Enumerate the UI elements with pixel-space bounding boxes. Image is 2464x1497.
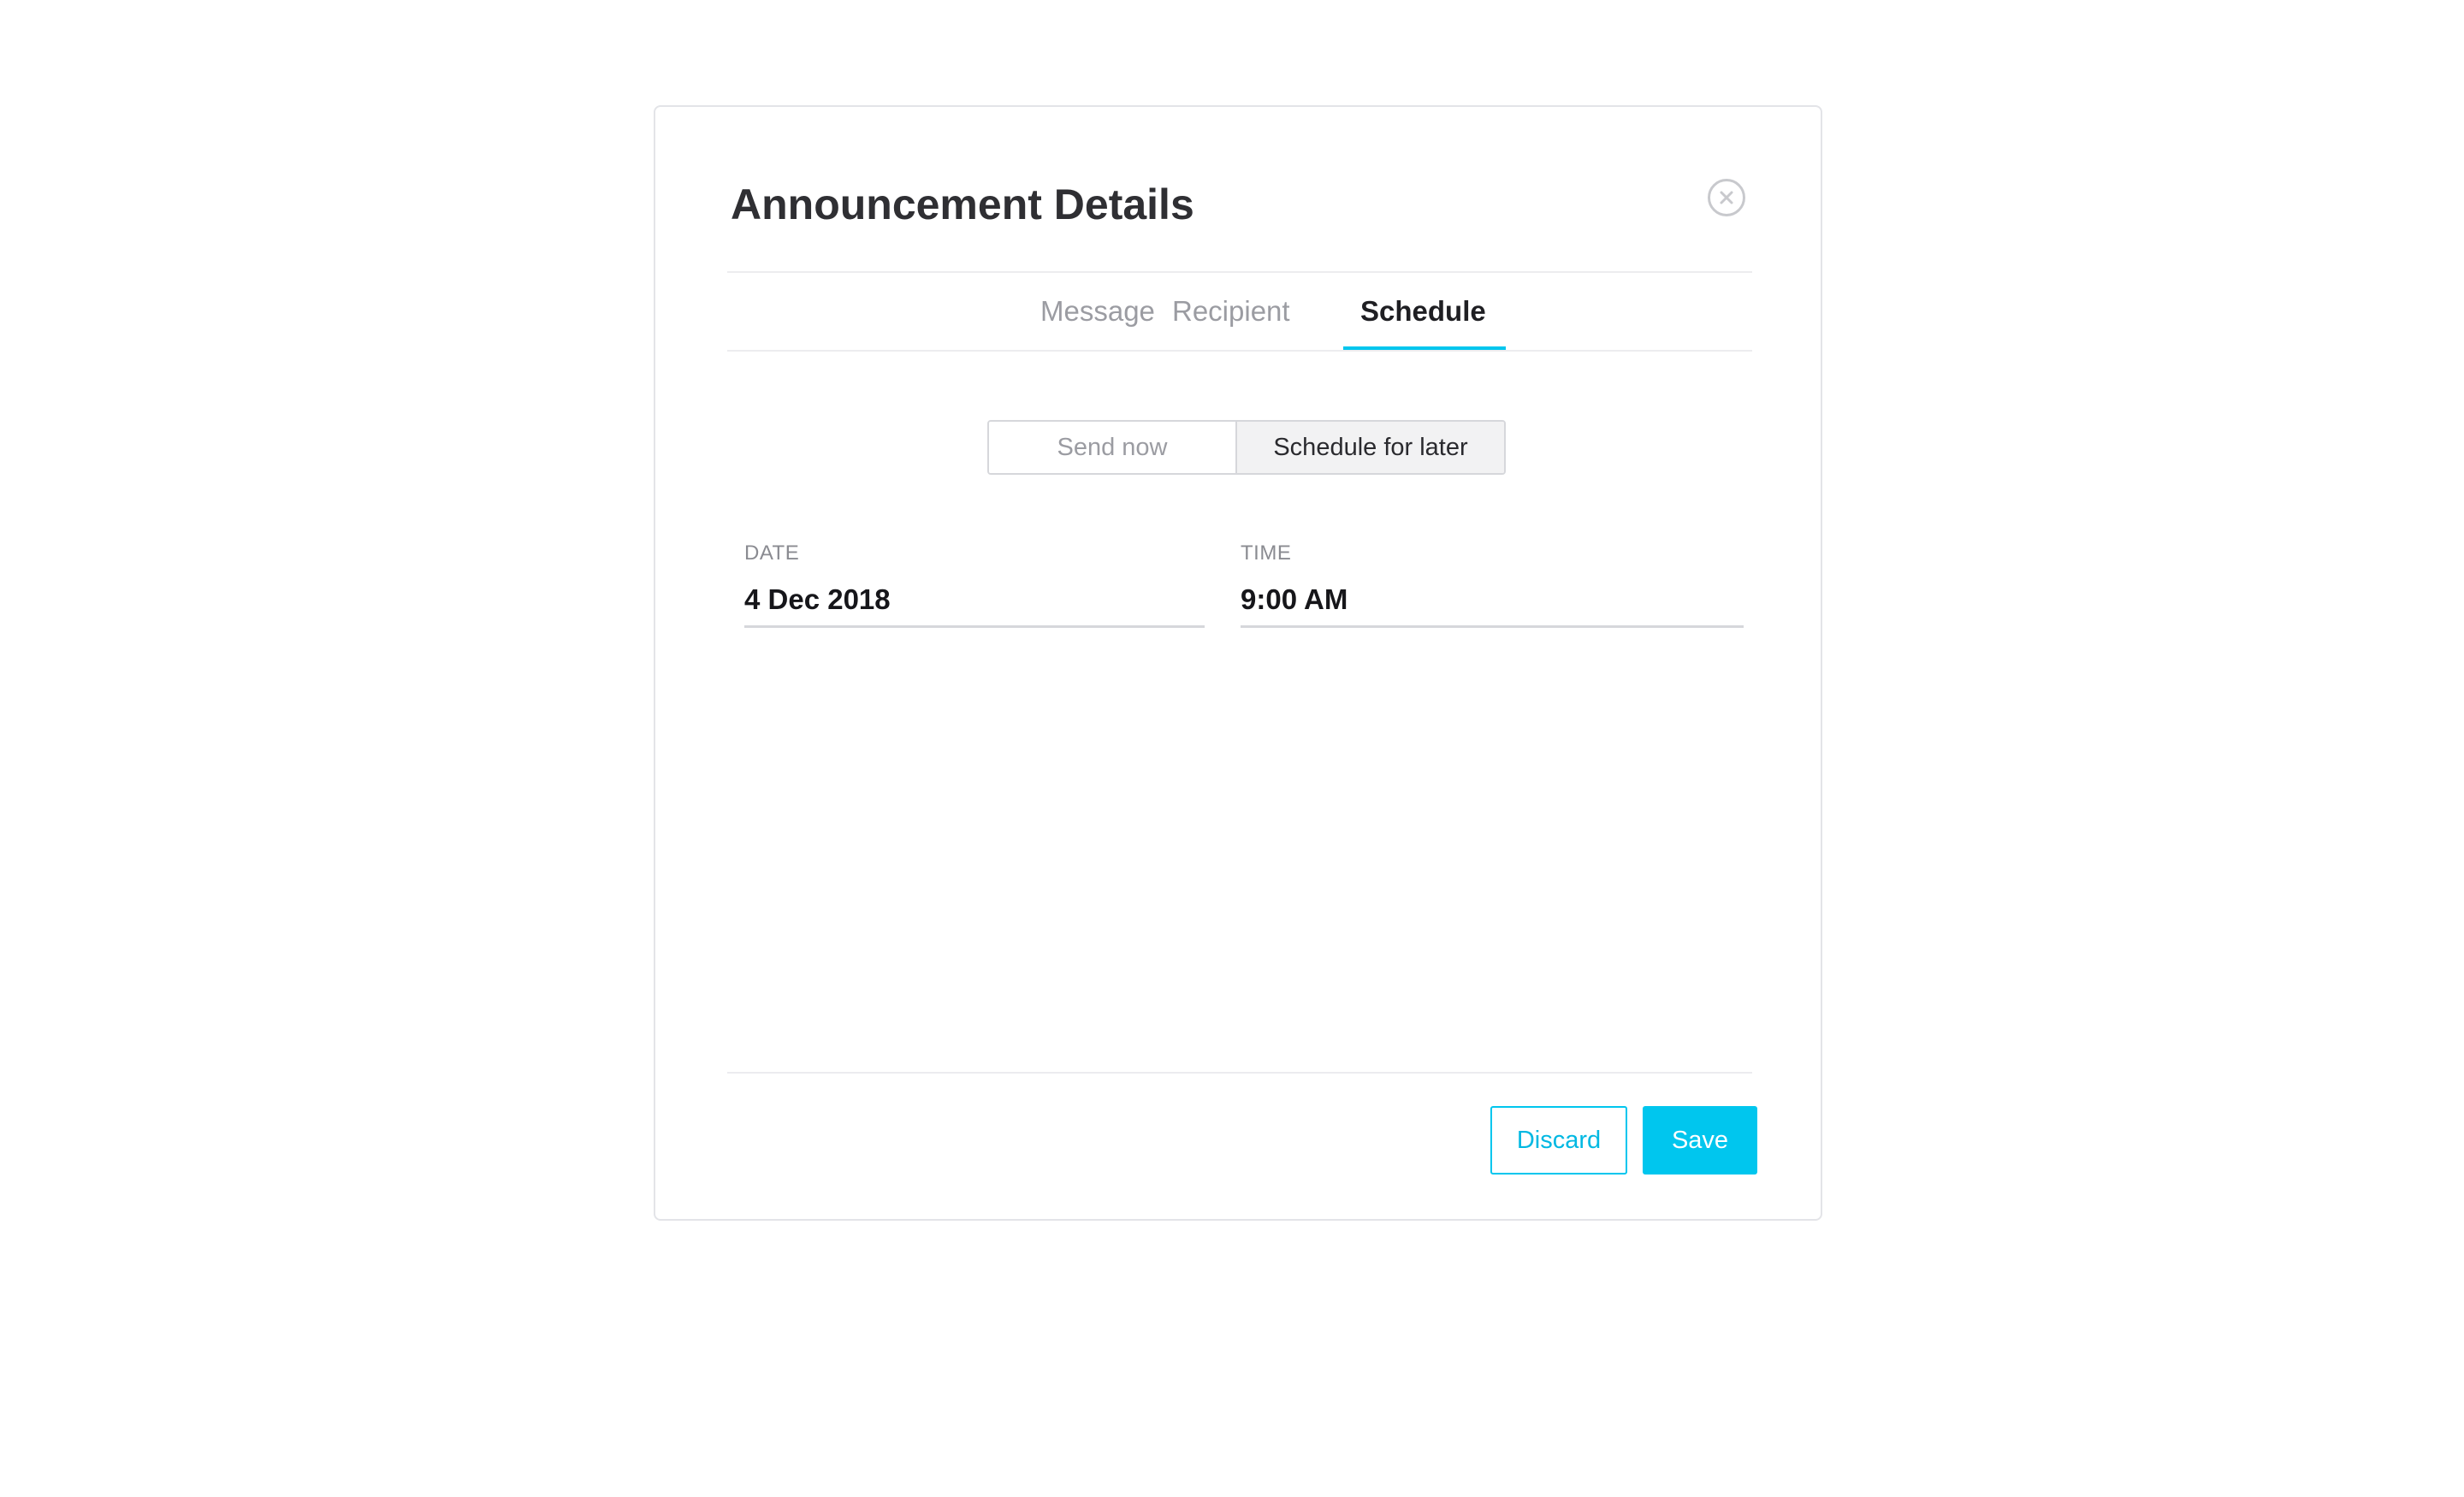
tab-message[interactable]: Message [1040, 273, 1155, 350]
tab-schedule[interactable]: Schedule [1360, 273, 1486, 350]
tabs-divider [727, 350, 1752, 352]
date-input[interactable]: 4 Dec 2018 [744, 583, 1205, 628]
close-x-glyph [1720, 191, 1733, 204]
schedule-for-later-option[interactable]: Schedule for later [1237, 422, 1504, 473]
time-field: TIME 9:00 AM [1241, 540, 1744, 628]
send-now-option[interactable]: Send now [989, 422, 1237, 473]
modal-title: Announcement Details [731, 180, 1194, 228]
time-input[interactable]: 9:00 AM [1241, 583, 1744, 628]
time-label: TIME [1241, 541, 1292, 565]
send-mode-toggle: Send now Schedule for later [987, 420, 1506, 475]
tab-recipient[interactable]: Recipient [1172, 273, 1290, 350]
save-button[interactable]: Save [1643, 1106, 1757, 1175]
close-icon[interactable] [1708, 179, 1745, 216]
tab-bar: Message Recipient Schedule [727, 273, 1752, 352]
discard-button[interactable]: Discard [1490, 1106, 1627, 1175]
date-label: DATE [744, 541, 800, 565]
announcement-details-modal: Announcement Details Message Recipient S… [654, 105, 1822, 1221]
footer-divider [727, 1072, 1752, 1074]
date-field: DATE 4 Dec 2018 [744, 540, 1205, 628]
